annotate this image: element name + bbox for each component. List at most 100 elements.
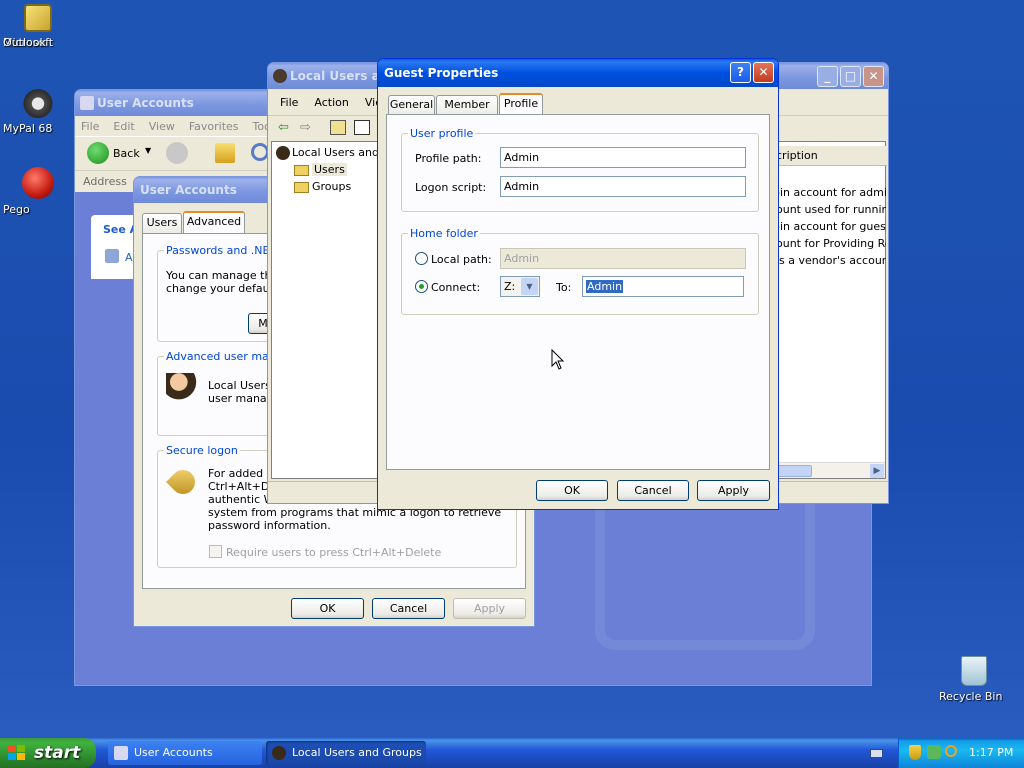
tree-root[interactable]: Local Users and: [276, 144, 380, 161]
column-header-description[interactable]: cription: [772, 146, 887, 166]
group-label: Secure logon: [164, 444, 240, 457]
maximize-button[interactable]: □: [840, 66, 861, 87]
button-label: Apply: [717, 484, 750, 497]
help-button[interactable]: ?: [730, 62, 751, 83]
desktop-icon-label: Pego: [3, 203, 30, 216]
menu-edit[interactable]: Edit: [113, 120, 134, 133]
link-icon: [105, 249, 119, 263]
ok-button[interactable]: OK: [536, 480, 608, 501]
ok-button[interactable]: OK: [291, 598, 364, 619]
chevron-down-icon[interactable]: ▼: [145, 146, 151, 155]
list-item[interactable]: -in account for guest a: [776, 218, 886, 235]
user-accounts-icon: [114, 746, 128, 760]
tab-label: Advanced: [186, 215, 242, 228]
system-tray: 1:17 PM: [898, 738, 1024, 768]
tree-label: Users: [312, 163, 347, 176]
list-item[interactable]: ount for Providing Rem: [776, 235, 886, 252]
mypal-raccoon-icon: [22, 86, 54, 118]
network-icon[interactable]: [927, 745, 941, 759]
list-item[interactable]: ount used for running: [776, 201, 886, 218]
tab-label: General: [389, 98, 434, 111]
cancel-button[interactable]: Cancel: [372, 598, 445, 619]
desktop-icon-mypal[interactable]: MyPal 68: [3, 86, 73, 135]
taskbar-item-user-accounts[interactable]: User Accounts: [108, 741, 262, 765]
tab-advanced[interactable]: Advanced: [183, 211, 245, 233]
column-label: cription: [776, 149, 818, 162]
forward-arrow-icon[interactable]: ⇨: [300, 120, 311, 135]
clock: 1:17 PM: [969, 746, 1014, 759]
horizontal-scrollbar[interactable]: ▶: [772, 462, 885, 478]
menu-favorites[interactable]: Favorites: [189, 120, 239, 133]
to-label: To:: [556, 281, 572, 294]
up-folder-icon[interactable]: [215, 143, 235, 163]
apply-button[interactable]: Apply: [453, 598, 526, 619]
minimize-button[interactable]: _: [817, 66, 838, 87]
require-ctrl-alt-del-checkbox[interactable]: [209, 545, 222, 558]
folder-icon: [294, 164, 309, 176]
folder-icon: [294, 181, 309, 193]
connect-radio[interactable]: [415, 280, 428, 293]
local-path-label: Local path:: [431, 253, 492, 266]
menu-view[interactable]: View: [149, 120, 175, 133]
tab-member-of[interactable]: Member Of: [436, 95, 498, 129]
drive-letter-select[interactable]: Z: ▼: [500, 276, 540, 297]
back-arrow-icon[interactable]: [87, 142, 109, 164]
back-button-label[interactable]: Back: [113, 147, 140, 160]
address-label: Address: [83, 175, 127, 188]
close-button[interactable]: ✕: [753, 62, 774, 83]
desktop-icon-label: Recycle Bin: [939, 690, 1003, 703]
drive-letter-value: Z:: [504, 280, 516, 293]
task-label: User Accounts: [134, 746, 213, 759]
back-arrow-icon[interactable]: ⇦: [278, 120, 289, 135]
tree: Local Users and Users Groups: [272, 142, 380, 195]
outlook-icon: [24, 4, 52, 32]
desktop-icon-outlook[interactable]: Microsoft Outlook: [3, 4, 73, 49]
desktop-icon-label: Outlook: [3, 36, 46, 49]
tree-item-groups[interactable]: Groups: [276, 178, 380, 195]
keyboard-icon[interactable]: [870, 749, 883, 758]
show-hide-tree-icon[interactable]: [354, 120, 370, 135]
window-title: User Accounts: [97, 96, 194, 110]
descriptions-list: -in account for adminis ount used for ru…: [776, 184, 886, 269]
desktop-icon-recycle-bin[interactable]: Recycle Bin: [939, 656, 1009, 703]
to-path-value: Admin: [586, 280, 624, 293]
tab-users[interactable]: Users: [142, 213, 182, 233]
close-button[interactable]: ✕: [863, 66, 884, 87]
desktop-icon-pego[interactable]: Pego: [3, 167, 73, 216]
dialog-title-bar[interactable]: Guest Properties ? ✕: [378, 59, 778, 87]
search-icon[interactable]: [945, 745, 957, 757]
local-path-radio[interactable]: [415, 252, 428, 265]
logon-script-field[interactable]: Admin: [500, 176, 746, 197]
dialog-title: User Accounts: [140, 183, 237, 197]
button-label: Cancel: [634, 484, 672, 497]
forward-arrow-icon[interactable]: [166, 142, 188, 164]
users-icon: [166, 373, 198, 403]
button-label: OK: [319, 602, 336, 615]
taskbar-item-local-users-groups[interactable]: Local Users and Groups: [266, 741, 426, 765]
scroll-right-icon[interactable]: ▶: [870, 464, 884, 478]
up-folder-icon[interactable]: [330, 120, 346, 135]
desktop-icon-label: MyPal 68: [3, 122, 53, 135]
group-label: Home folder: [408, 227, 480, 240]
menu-action[interactable]: Action: [314, 96, 348, 109]
apply-button[interactable]: Apply: [697, 480, 770, 501]
tab-general[interactable]: General: [388, 95, 435, 115]
profile-path-field[interactable]: Admin: [500, 147, 746, 168]
cancel-button[interactable]: Cancel: [617, 480, 689, 501]
chevron-down-icon[interactable]: ▼: [521, 278, 538, 295]
button-label: Apply: [473, 602, 506, 615]
security-shield-icon[interactable]: [909, 745, 921, 760]
list-item[interactable]: is a vendor's account: [776, 252, 886, 269]
local-path-field[interactable]: Admin: [500, 248, 746, 269]
tree-item-users[interactable]: Users: [276, 161, 380, 178]
task-link[interactable]: A: [125, 251, 133, 264]
to-path-field[interactable]: Admin: [582, 276, 744, 297]
menu-file[interactable]: File: [280, 96, 298, 109]
tab-profile[interactable]: Profile: [499, 93, 543, 115]
key-icon: [166, 465, 200, 499]
list-item[interactable]: -in account for adminis: [776, 184, 886, 201]
menu-file[interactable]: File: [81, 120, 99, 133]
start-button[interactable]: start: [0, 738, 96, 768]
tree-pane: Local Users and Users Groups: [271, 141, 381, 479]
tree-label: Groups: [312, 180, 352, 193]
